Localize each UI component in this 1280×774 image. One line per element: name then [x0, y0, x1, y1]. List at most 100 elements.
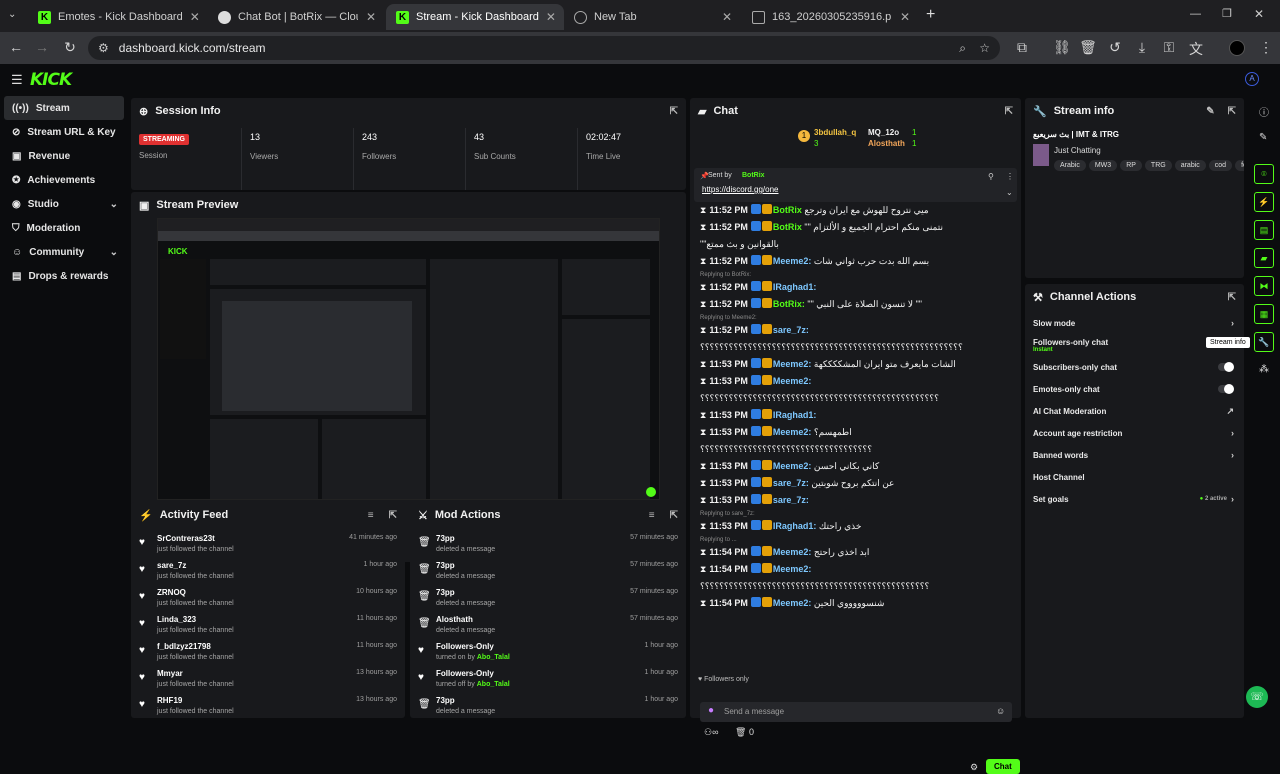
- channel-action-row[interactable]: Account age restriction ›: [1033, 424, 1234, 442]
- sidebar-item-drops[interactable]: ▤ Drops & rewards: [4, 264, 124, 288]
- chat-message[interactable]: ⧗ 11:53 PM Meeme2: كاني بكاني احسن: [700, 460, 1013, 472]
- chat-message[interactable]: ؟؟؟؟؟؟؟؟؟؟؟؟؟؟؟؟؟؟؟؟؟؟؟؟؟؟؟؟؟؟؟؟؟؟؟؟؟؟؟؟…: [700, 580, 1013, 592]
- activity-item[interactable]: ♥ Mmyar just followed the channel 13 hours …: [139, 669, 397, 695]
- activity-user[interactable]: Mmyar: [157, 669, 234, 678]
- rail-more-icon[interactable]: ⁂: [1259, 364, 1269, 375]
- pencil-icon[interactable]: ✎: [1259, 132, 1267, 143]
- edit-icon[interactable]: ✎: [1206, 106, 1214, 117]
- sidebar-item-moderation[interactable]: ⛉ Moderation: [4, 216, 124, 240]
- channel-action-row[interactable]: Host Channel: [1033, 468, 1234, 486]
- channel-action-row[interactable]: Set goals ● 2 active ›: [1033, 490, 1234, 508]
- chat-input[interactable]: ● Send a message ☺: [700, 702, 1012, 722]
- chat-message[interactable]: ⧗ 11:52 PM IRaghad1:: [700, 281, 1013, 293]
- activity-item[interactable]: ♥ SrContreras23t just followed the channel…: [139, 534, 397, 560]
- activity-item[interactable]: ♥ f_bdlzyz21798 just followed the channel 1…: [139, 642, 397, 668]
- chat-username[interactable]: sare_7z:: [773, 325, 809, 335]
- chevron-right-icon[interactable]: ›: [1231, 494, 1234, 504]
- chat-username[interactable]: Meeme2:: [773, 256, 812, 266]
- sidebar-item-studio[interactable]: ◉ Studio ⌄: [4, 192, 124, 216]
- chat-username[interactable]: IRaghad1:: [773, 410, 817, 420]
- rail-wrench-icon[interactable]: 🔧: [1254, 332, 1274, 352]
- mod-action-title[interactable]: 73pp: [436, 561, 495, 570]
- window-close-icon[interactable]: ✕: [1254, 7, 1264, 21]
- activity-user[interactable]: ZRNOQ: [157, 588, 234, 597]
- chat-username[interactable]: Meeme2:: [773, 359, 812, 369]
- rail-mod-icon[interactable]: ⧓: [1254, 276, 1274, 296]
- chat-username[interactable]: BotRix: [773, 222, 802, 232]
- chat-username[interactable]: sare_7z:: [773, 495, 809, 505]
- new-tab-icon[interactable]: +: [926, 6, 935, 24]
- trash-icon[interactable]: 🗑: [735, 727, 746, 737]
- more-icon[interactable]: ⋮: [1006, 172, 1014, 181]
- chat-message[interactable]: ⧗ 11:54 PM Meeme2:: [700, 563, 1013, 575]
- chat-message[interactable]: ⧗ 11:53 PM sare_7z:: [700, 494, 1013, 506]
- chat-message[interactable]: ؟؟؟؟؟؟؟؟؟؟؟؟؟؟؟؟؟؟؟؟؟؟؟؟؟؟؟؟؟؟؟؟؟؟؟؟؟؟؟؟…: [700, 341, 1013, 353]
- emoji-icon[interactable]: ☺: [996, 706, 1005, 716]
- chevron-right-icon[interactable]: ›: [1231, 450, 1234, 460]
- activity-user[interactable]: SrContreras23t: [157, 534, 234, 543]
- chat-message[interactable]: ⧗ 11:53 PM IRaghad1: خذي راحتك: [700, 520, 1013, 532]
- popout-icon[interactable]: ⇱: [389, 510, 397, 521]
- reload-icon[interactable]: ↻: [60, 39, 80, 56]
- link-icon[interactable]: ⛓: [1052, 39, 1072, 56]
- close-icon[interactable]: ✕: [366, 10, 376, 24]
- profile-avatar[interactable]: [1229, 40, 1245, 56]
- toggle-switch[interactable]: [1218, 362, 1234, 372]
- mod-action-item[interactable]: ♥ Followers-Only turned off by Abo_Talal 1 …: [418, 669, 678, 695]
- chat-message[interactable]: ""بالقوانين و بث ممتع: [700, 238, 1013, 250]
- chat-username[interactable]: BotRix:: [773, 299, 805, 309]
- support-chat-icon[interactable]: ☏: [1246, 686, 1268, 708]
- sidebar-item-stream[interactable]: ((•)) Stream: [4, 96, 124, 120]
- gifter-name[interactable]: Alosthath: [868, 139, 905, 148]
- popout-icon[interactable]: ⇱: [1005, 106, 1013, 117]
- pinned-message[interactable]: 📌 Sent by BotRix https://discord.gg/one …: [694, 168, 1017, 202]
- chat-settings-icon[interactable]: ⚙: [970, 762, 978, 773]
- close-icon[interactable]: ✕: [722, 10, 732, 24]
- filter-icon[interactable]: ≡: [368, 510, 374, 521]
- tab-image[interactable]: 163_20260305235916.png (500 ✕: [742, 4, 920, 30]
- forward-icon[interactable]: →: [32, 39, 52, 55]
- hamburger-icon[interactable]: ☰: [11, 72, 23, 88]
- close-icon[interactable]: ✕: [190, 10, 200, 24]
- zoom-icon[interactable]: ⌕: [959, 41, 966, 56]
- mod-action-item[interactable]: 🗑 Alosthath deleted a message 57 minutes ag…: [418, 615, 678, 641]
- sidebar-item-achievements[interactable]: ✪ Achievements: [4, 168, 124, 192]
- info-icon[interactable]: ⓘ: [1259, 104, 1269, 119]
- mic-icon[interactable]: ●: [708, 705, 714, 716]
- sidebar-item-stream-url[interactable]: ⊘ Stream URL & Key: [4, 120, 124, 144]
- close-icon[interactable]: ✕: [900, 10, 910, 24]
- channel-action-row[interactable]: Slow mode ›: [1033, 314, 1234, 332]
- sidebar-item-revenue[interactable]: ▣ Revenue: [4, 144, 124, 168]
- minimize-icon[interactable]: —: [1190, 8, 1201, 20]
- mod-action-item[interactable]: 🗑 73pp deleted a message 1 hour ago: [418, 696, 678, 722]
- popout-icon[interactable]: ⇱: [670, 510, 678, 521]
- chat-username[interactable]: Meeme2:: [773, 598, 812, 608]
- bookmark-star-icon[interactable]: ☆: [979, 41, 990, 55]
- extensions-icon[interactable]: ⧉: [1012, 39, 1032, 56]
- activity-item[interactable]: ♥ sare_7z just followed the channel 1 hour …: [139, 561, 397, 587]
- pinned-link[interactable]: https://discord.gg/one: [702, 185, 779, 194]
- close-icon[interactable]: ✕: [546, 10, 556, 24]
- channel-action-row[interactable]: AI Chat Moderation ↗: [1033, 402, 1234, 420]
- chat-message[interactable]: ؟؟؟؟؟؟؟؟؟؟؟؟؟؟؟؟؟؟؟؟؟؟؟؟؟؟؟؟؟؟؟؟؟؟؟؟؟؟؟؟…: [700, 392, 1013, 404]
- mod-action-item[interactable]: ♥ Followers-Only turned on by Abo_Talal 1 h…: [418, 642, 678, 668]
- mod-action-item[interactable]: 🗑 73pp deleted a message 57 minutes ago: [418, 534, 678, 560]
- history-icon[interactable]: ↺: [1105, 39, 1125, 56]
- download-icon[interactable]: ⤓: [1132, 39, 1152, 56]
- stream-video[interactable]: KICK: [157, 218, 660, 500]
- tab-stream[interactable]: K Stream - Kick Dashboard ✕: [386, 4, 564, 30]
- address-bar[interactable]: ⚙ dashboard.kick.com/stream ⌕ ☆: [88, 36, 1000, 60]
- chat-username[interactable]: Meeme2:: [773, 376, 812, 386]
- toggle-switch[interactable]: [1218, 384, 1234, 394]
- activity-item[interactable]: ♥ RHF19 just followed the channel 13 hours …: [139, 696, 397, 722]
- chat-message[interactable]: ⧗ 11:53 PM sare_7z: عن انتكم بروح شوبتين: [700, 477, 1013, 489]
- rail-activity-icon[interactable]: ⚡: [1254, 192, 1274, 212]
- user-avatar[interactable]: A: [1245, 72, 1259, 86]
- chat-message[interactable]: ⧗ 11:54 PM Meeme2: شنسوووووي الحين: [700, 597, 1013, 609]
- chat-message[interactable]: ؟؟؟؟؟؟؟؟؟؟؟؟؟؟؟؟؟؟؟؟؟؟؟؟؟؟؟؟؟؟؟؟؟؟؟؟: [700, 443, 1013, 455]
- chat-message[interactable]: ⧗ 11:52 PM BotRix ميي نتروح للهوش مع ايران…: [700, 204, 1013, 216]
- tab-botrix[interactable]: Chat Bot | BotRix — Cloud Strea ✕: [208, 4, 386, 30]
- popout-icon[interactable]: ⇱: [1228, 292, 1236, 303]
- tab-new[interactable]: New Tab ✕: [564, 4, 742, 30]
- gifter-name[interactable]: 3bdullah_q: [814, 128, 856, 137]
